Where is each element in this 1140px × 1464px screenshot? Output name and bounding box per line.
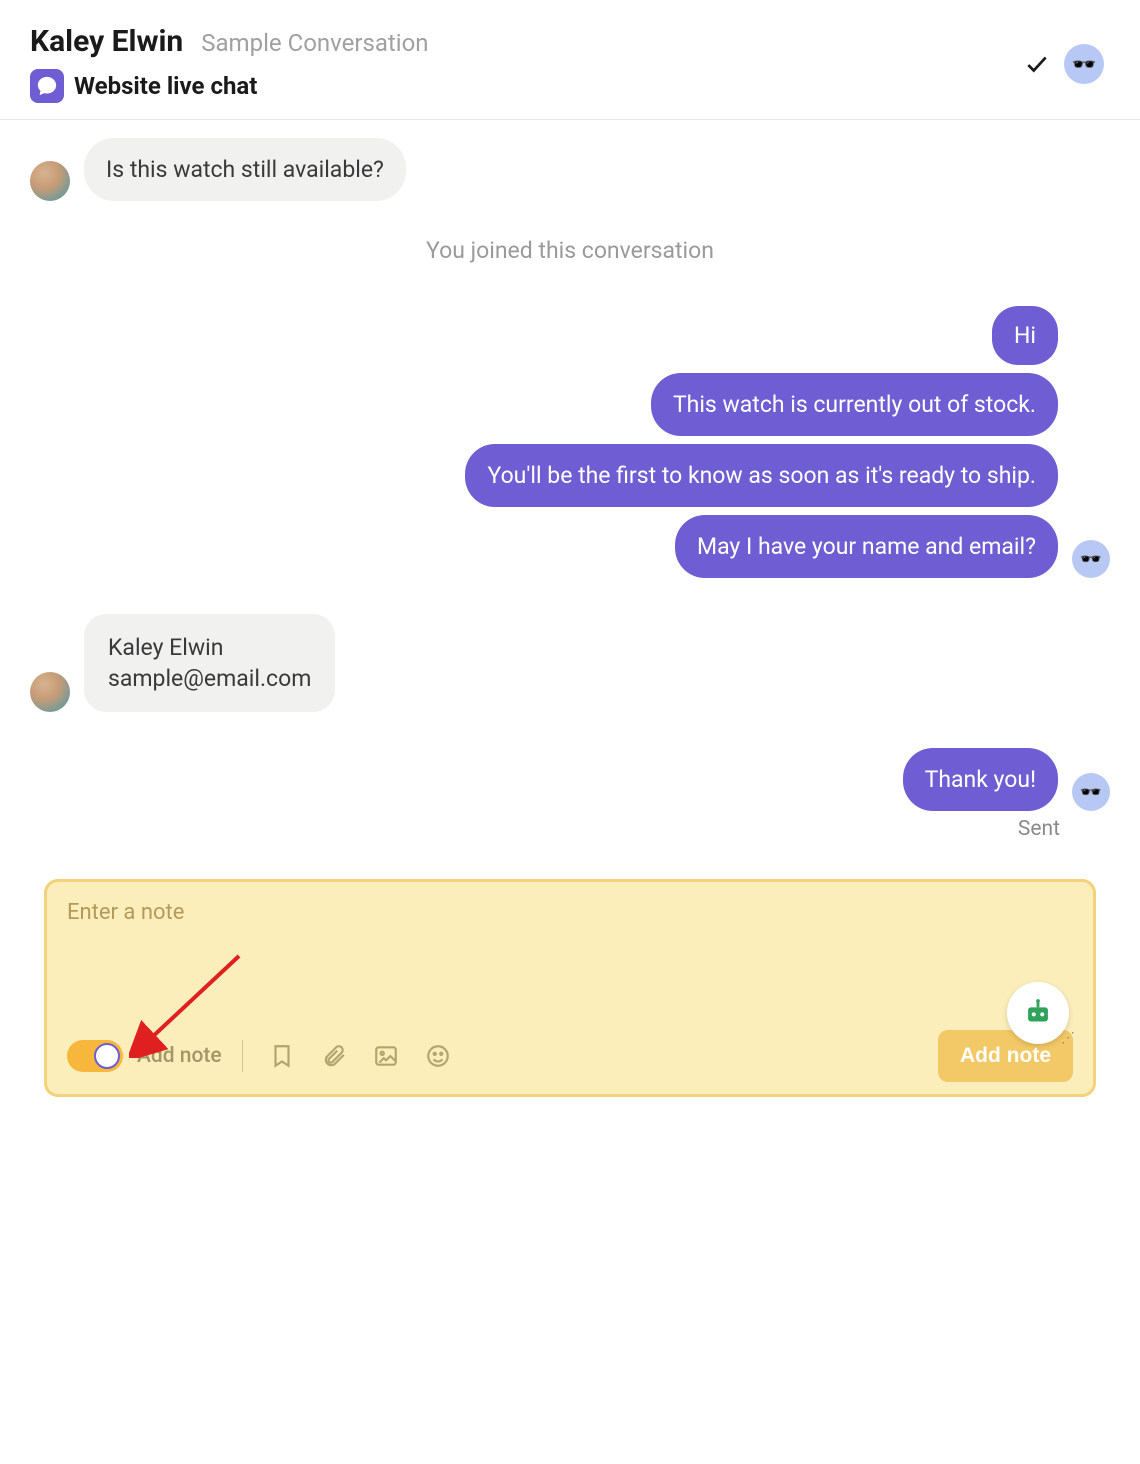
toolbar-divider [242,1040,243,1072]
channel-row: Website live chat [30,69,429,103]
message-status: Sent [30,817,1060,841]
message-bubble: You'll be the first to know as soon as i… [465,444,1058,507]
conversation-thread: Is this watch still available? You joine… [0,120,1140,861]
message-bubble: Hi [992,306,1058,365]
system-message: You joined this conversation [30,237,1110,264]
bot-badge[interactable] [1007,982,1069,1044]
agent-avatar[interactable]: 🕶️ [1064,44,1104,84]
message-row-outgoing: Thank you! 🕶️ [30,748,1110,811]
message-group-outgoing: Hi This watch is currently out of stock.… [30,306,1110,578]
chat-channel-icon [30,69,64,103]
note-input[interactable] [67,900,1073,1020]
bubble-stack: Hi This watch is currently out of stock.… [465,306,1058,578]
message-row-incoming: Is this watch still available? [30,138,1110,201]
sunglasses-emoji: 🕶️ [1080,782,1102,803]
attachment-icon[interactable] [321,1043,347,1069]
toggle-label: Add note [137,1044,222,1068]
message-bubble: Is this watch still available? [84,138,406,201]
resize-handle-icon[interactable]: ⋰ [1061,1030,1073,1046]
checkmark-icon[interactable] [1024,51,1050,77]
note-mode-toggle[interactable] [67,1040,123,1072]
user-avatar [30,672,70,712]
note-toolbar-left: Add note [67,1040,457,1072]
sunglasses-emoji: 🕶️ [1072,52,1097,76]
message-row-incoming: Kaley Elwin sample@email.com [30,614,1110,712]
message-bubble: Thank you! [903,748,1058,811]
bookmark-icon[interactable] [269,1043,295,1069]
image-icon[interactable] [373,1043,399,1069]
message-line: Kaley Elwin [108,632,311,663]
agent-avatar: 🕶️ [1072,773,1110,811]
message-bubble: This watch is currently out of stock. [651,373,1058,436]
channel-label: Website live chat [74,72,257,100]
message-bubble: May I have your name and email? [675,515,1058,578]
sunglasses-emoji: 🕶️ [1080,549,1102,570]
title-row: Kaley Elwin Sample Conversation [30,24,429,59]
conversation-header: Kaley Elwin Sample Conversation Website … [0,0,1140,120]
note-toolbar: Add note Add note [67,1030,1073,1082]
contact-name: Kaley Elwin [30,24,183,59]
message-bubble: Kaley Elwin sample@email.com [84,614,335,712]
message-line: sample@email.com [108,663,311,694]
toggle-knob [94,1043,120,1069]
agent-avatar: 🕶️ [1072,540,1110,578]
conversation-subtitle: Sample Conversation [201,29,428,57]
header-right: 🕶️ [1024,44,1104,84]
emoji-icon[interactable] [425,1043,451,1069]
header-left: Kaley Elwin Sample Conversation Website … [30,24,429,103]
note-composer: ⋰ Add note Add note [44,879,1096,1097]
user-avatar [30,161,70,201]
